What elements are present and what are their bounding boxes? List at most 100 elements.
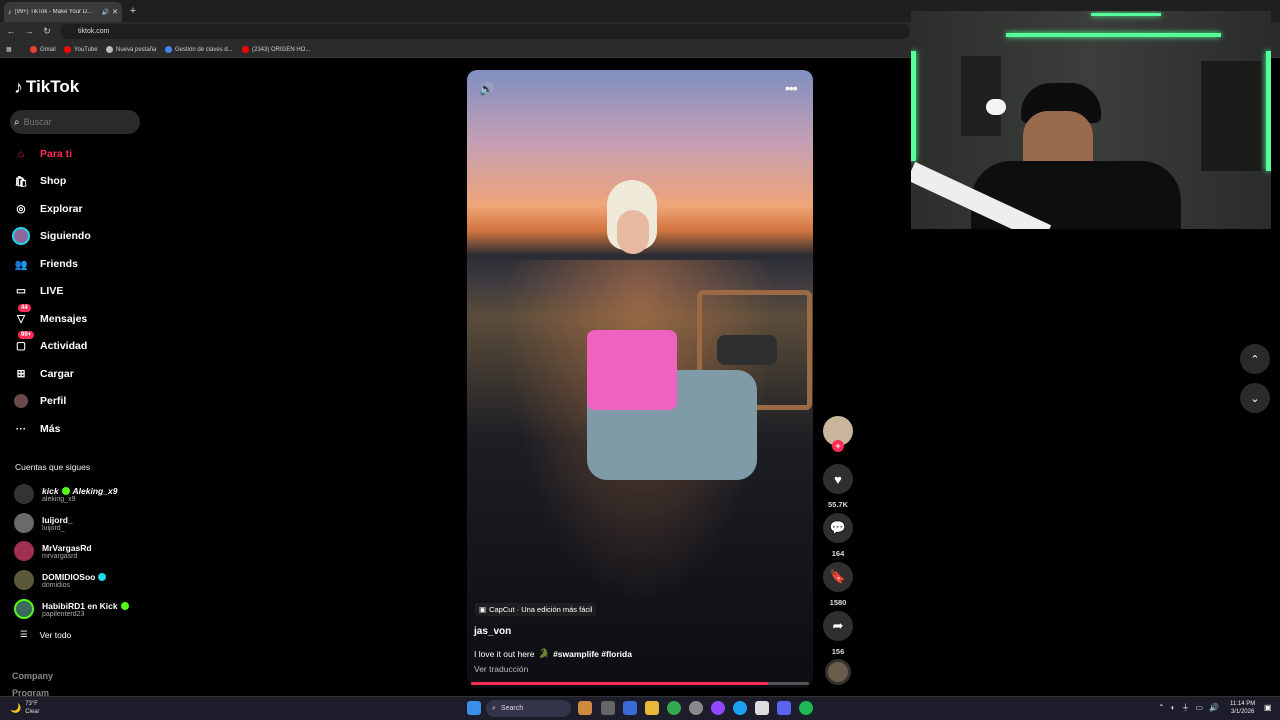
comment-icon[interactable]: 💬	[823, 513, 853, 543]
new-tab-button[interactable]: +	[126, 4, 140, 18]
caption-hashtags[interactable]: #swamplife #florida	[553, 649, 632, 659]
comment-count: 164	[831, 549, 845, 558]
emoji-icon: 🐊	[538, 648, 550, 658]
nav-friends[interactable]: 👥 Friends	[12, 253, 147, 275]
logo-text: TikTok	[26, 77, 80, 96]
search-input[interactable]	[23, 117, 124, 127]
account-item[interactable]: kick Aleking_x9 aleking_x9	[14, 481, 154, 507]
capcut-label: CapCut · Una edición más fácil	[489, 605, 593, 614]
gmail-icon	[30, 46, 37, 53]
share-action[interactable]: ➦ 156	[823, 611, 853, 656]
share-icon[interactable]: ➦	[823, 611, 853, 641]
weather-icon: 🌙	[10, 703, 22, 713]
system-tray-icons[interactable]: ⌃◐⏚▭🔊	[1158, 702, 1225, 713]
nav-mas[interactable]: ··· Más	[12, 418, 147, 440]
save-action[interactable]: 🔖 1580	[823, 562, 853, 607]
video-person-face	[617, 210, 649, 254]
video-author[interactable]: jas_von	[474, 626, 511, 637]
nav-label: Cargar	[40, 368, 74, 380]
tab-close-icon[interactable]: ✕	[112, 8, 118, 16]
edge-icon[interactable]	[733, 701, 747, 715]
like-action[interactable]: ♥ 55.7K	[823, 464, 853, 509]
volume-icon[interactable]: 🔊	[479, 82, 494, 96]
nav-siguiendo[interactable]: Siguiendo	[12, 225, 147, 247]
capcut-tag[interactable]: ▣ CapCut · Una edición más fácil	[475, 603, 597, 616]
bookmark-origen[interactable]: (2343) ORIGEN HO...	[242, 44, 310, 55]
heart-icon[interactable]: ♥	[823, 464, 853, 494]
bookmark-label: Gestión de claves d...	[175, 46, 233, 53]
activity-icon: ▢ 99+	[12, 331, 35, 355]
video-player[interactable]: 🔊 ••• ▣ CapCut · Una edición más fácil ja…	[467, 70, 813, 688]
nav-para-ti[interactable]: ⌂ Para ti	[12, 143, 147, 165]
nav-perfil[interactable]: Perfil	[12, 390, 147, 412]
nav-shop[interactable]: 🛍 Shop	[12, 170, 147, 192]
file-explorer-icon[interactable]	[645, 701, 659, 715]
bookmark-youtube[interactable]: YouTube	[64, 44, 98, 55]
translate-link[interactable]: Ver traducción	[474, 664, 528, 674]
like-count: 55.7K	[827, 500, 848, 509]
bookmark-icon[interactable]: 🔖	[823, 562, 853, 592]
more-options-icon[interactable]: •••	[785, 80, 798, 96]
nav-actividad[interactable]: ▢ 99+ Actividad	[12, 331, 147, 357]
account-name: kick	[42, 485, 59, 496]
chrome-icon[interactable]	[667, 701, 681, 715]
prev-video-button[interactable]: ⌃	[1240, 344, 1270, 374]
tiktok-logo[interactable]: ♪ TikTok	[14, 76, 79, 98]
nav-label: Shop	[40, 175, 67, 187]
spotify-icon[interactable]	[799, 701, 813, 715]
back-icon[interactable]: ←	[3, 22, 19, 41]
tab-audio-icon[interactable]: 🔊	[102, 9, 109, 16]
bookmark-keys[interactable]: Gestión de claves d...	[165, 44, 233, 55]
windows-start-icon[interactable]	[467, 701, 481, 715]
following-avatar-icon	[12, 227, 30, 245]
share-count: 156	[831, 647, 845, 656]
next-video-button[interactable]: ⌄	[1240, 383, 1270, 413]
app-icon[interactable]	[755, 701, 769, 715]
copilot-icon[interactable]	[623, 701, 637, 715]
activity-badge: 99+	[18, 331, 35, 339]
nav-explorar[interactable]: ◎ Explorar	[12, 198, 147, 220]
task-view-icon[interactable]	[601, 701, 615, 715]
youtube-icon	[242, 46, 249, 53]
kick-live-icon	[61, 486, 70, 495]
music-disc-icon[interactable]	[825, 659, 851, 685]
taskbar-clock[interactable]: 11:14 PM 3/1/2026	[1230, 700, 1255, 716]
see-all-link[interactable]: ☰ Ver todo	[20, 629, 71, 640]
forward-icon[interactable]: →	[21, 22, 37, 41]
reload-icon[interactable]: ↻	[39, 22, 55, 41]
nav-label: Friends	[40, 258, 78, 270]
follow-plus-icon[interactable]: +	[832, 440, 844, 452]
video-caption: I love it out here 🐊 #swamplife #florida	[474, 648, 632, 659]
profile-icon	[12, 392, 30, 410]
apps-grid-icon[interactable]: ▦	[6, 44, 12, 55]
friends-icon: 👥	[14, 258, 28, 271]
discord-icon[interactable]	[777, 701, 791, 715]
account-item[interactable]: MrVargasRd mrvargasrd	[14, 538, 154, 564]
weather-widget[interactable]: 🌙 73°F Clear	[10, 700, 40, 716]
kick-live-icon	[120, 601, 129, 610]
nav-label: LIVE	[40, 285, 64, 297]
browser-tab[interactable]: ♪ (99+) TikTok - Make Your D... 🔊 ✕	[4, 2, 122, 22]
notification-icon[interactable]: ▣	[1264, 703, 1272, 712]
footer-company[interactable]: Company	[12, 671, 53, 681]
url-bar[interactable]: tiktok.com	[60, 24, 910, 39]
bookmark-label: YouTube	[74, 46, 98, 53]
search-box[interactable]: ⌕	[10, 110, 140, 134]
account-item[interactable]: DOMIDIOSoo domidios	[14, 567, 154, 593]
tiktok-favicon-icon: ♪	[8, 8, 12, 16]
comment-action[interactable]: 💬 164	[823, 513, 853, 558]
taskbar-search[interactable]: ⌕ Search	[486, 700, 571, 717]
compass-icon: ◎	[16, 203, 26, 215]
video-progress-bar[interactable]	[471, 682, 809, 685]
taskbar-app-icon[interactable]	[578, 701, 592, 715]
nav-mensajes[interactable]: ▽ 44 Mensajes	[12, 304, 147, 330]
account-item[interactable]: luijord_ luijord_	[14, 510, 154, 536]
bookmark-gmail[interactable]: Gmail	[30, 44, 56, 55]
obs-icon[interactable]	[689, 701, 703, 715]
twitch-icon[interactable]	[711, 701, 725, 715]
account-username: mrvargasrd	[42, 552, 78, 560]
bookmark-new-tab[interactable]: Nueva pestaña	[106, 44, 156, 55]
nav-live[interactable]: ▭ LIVE	[12, 280, 147, 302]
nav-cargar[interactable]: ⊞ Cargar	[12, 363, 147, 385]
account-item[interactable]: HabibiRD1 en Kick papilenterd23	[14, 596, 154, 622]
